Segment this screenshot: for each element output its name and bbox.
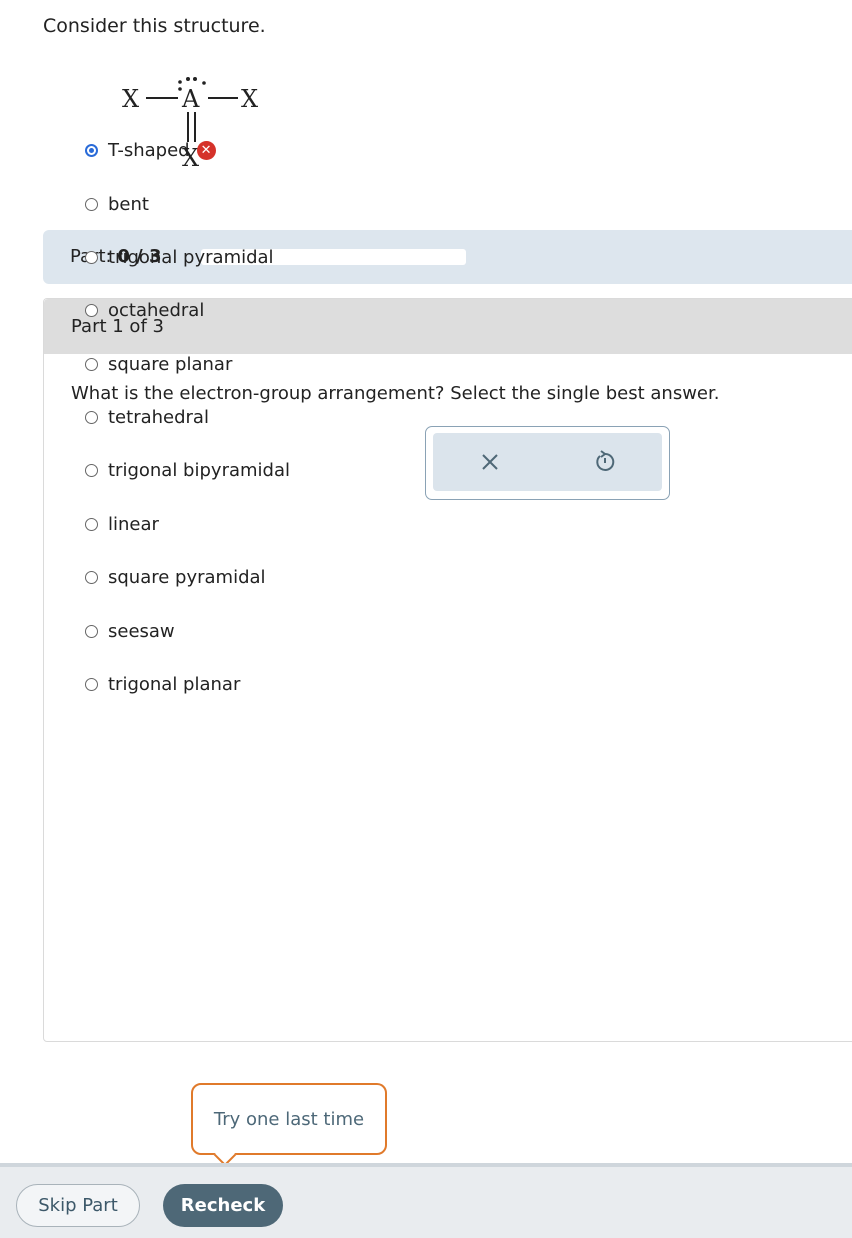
answer-option-label: square planar	[108, 353, 233, 375]
radio-button[interactable]	[85, 143, 98, 157]
radio-button[interactable]	[85, 410, 98, 424]
answer-option-label: bent	[108, 193, 149, 215]
answer-option[interactable]: tetrahedral	[85, 403, 209, 431]
radio-button[interactable]	[85, 517, 98, 531]
answer-option-label: octahedral	[108, 299, 205, 321]
answer-option[interactable]: bent	[85, 190, 149, 218]
lone-pair-dot	[186, 77, 190, 81]
answer-option[interactable]: seesaw	[85, 617, 175, 645]
answer-option[interactable]: square pyramidal	[85, 563, 266, 591]
radio-button[interactable]	[85, 624, 98, 638]
answer-option-label: linear	[108, 513, 159, 535]
answer-option[interactable]: linear	[85, 510, 159, 538]
prompt-text: Consider this structure.	[43, 15, 266, 37]
atom-left: X	[122, 85, 139, 113]
feedback-tooltip: Try one last time	[191, 1083, 387, 1167]
undo-icon	[596, 450, 615, 471]
answer-option[interactable]: octahedral	[85, 296, 204, 324]
radio-button[interactable]	[85, 303, 98, 317]
radio-button[interactable]	[85, 463, 98, 477]
atom-center: A	[181, 85, 200, 113]
reset-button[interactable]	[590, 447, 620, 477]
question-text: What is the electron-group arrangement? …	[71, 383, 720, 404]
lone-pair-dot	[178, 87, 182, 91]
radio-button[interactable]	[85, 197, 98, 211]
answer-option-label: seesaw	[108, 620, 175, 642]
radio-button[interactable]	[85, 250, 98, 264]
atom-right: X	[241, 85, 258, 113]
skip-part-button[interactable]: Skip Part	[16, 1184, 140, 1227]
answer-option[interactable]: trigonal bipyramidal	[85, 456, 290, 484]
lone-pair-dot	[178, 80, 182, 84]
answer-option[interactable]: trigonal pyramidal	[85, 243, 274, 271]
answer-option-label: trigonal pyramidal	[108, 246, 274, 268]
radio-button[interactable]	[85, 357, 98, 371]
lone-pair-dot	[202, 81, 206, 85]
answer-tools	[425, 426, 670, 500]
answer-option-label: trigonal bipyramidal	[108, 459, 290, 481]
answer-option[interactable]: T-shaped ✕	[85, 136, 216, 164]
answer-option-label: tetrahedral	[108, 406, 209, 428]
incorrect-icon: ✕	[196, 140, 216, 160]
tooltip-text: Try one last time	[213, 1109, 365, 1130]
recheck-button[interactable]: Recheck	[163, 1184, 283, 1227]
clear-button[interactable]	[475, 447, 505, 477]
answer-option-label: trigonal planar	[108, 673, 241, 695]
lone-pair-dot	[193, 77, 197, 81]
answer-option[interactable]: trigonal planar	[85, 670, 240, 698]
answer-option[interactable]: square planar	[85, 350, 232, 378]
radio-button[interactable]	[85, 677, 98, 691]
footer-bar: Skip Part Recheck	[0, 1163, 852, 1238]
answer-option-label: square pyramidal	[108, 566, 266, 588]
radio-button[interactable]	[85, 570, 98, 584]
close-icon	[482, 454, 498, 470]
answer-option-label: T-shaped	[108, 139, 190, 161]
